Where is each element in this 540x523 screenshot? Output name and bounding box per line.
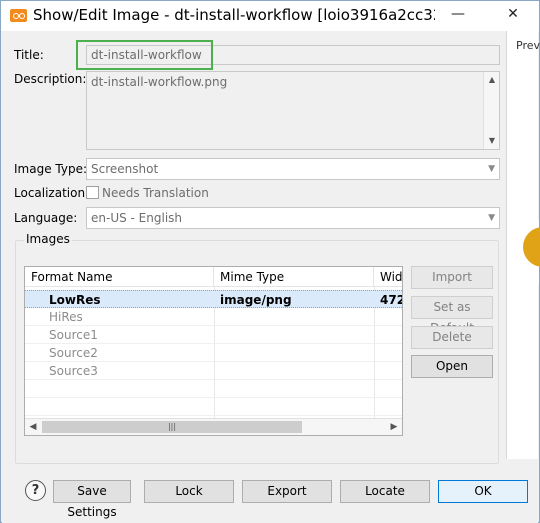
table-header: Format Name Mime Type Widt [25,267,402,287]
row-width: 472 [380,293,403,307]
set-as-default-button[interactable]: Set as Default [411,296,493,335]
image-type-select[interactable]: Screenshot ▼ [86,158,500,180]
table-row [25,398,402,416]
language-label: Language: [14,211,78,225]
row-mime [214,362,374,380]
chevron-down-icon: ▼ [488,164,495,174]
table-row[interactable]: HiRes [25,308,402,326]
app-icon [10,9,27,22]
table-row[interactable]: Source1 [25,326,402,344]
column-width[interactable]: Widt [374,267,402,287]
title-bar[interactable]: Show/Edit Image - dt-install-workflow [l… [1,1,539,31]
column-mime-type[interactable]: Mime Type [214,267,374,287]
preview-panel: Prev [506,31,540,459]
table-horizontal-scrollbar[interactable]: ◀ ||| ▶ [25,418,402,435]
image-type-value: Screenshot [91,162,159,176]
needs-translation-label[interactable]: Needs Translation [102,186,209,200]
minimize-button[interactable]: — [441,1,475,27]
images-group: Images Format Name Mime Type Widt LowRes… [15,232,499,464]
table-row[interactable]: Source2 [25,344,402,362]
export-button[interactable]: Export [242,480,332,503]
scroll-left-icon[interactable]: ◀ [25,419,41,435]
dialog-content: Prev Title: dt-install-workflow Descript… [2,31,540,523]
scrollbar-thumb[interactable]: ||| [42,421,302,433]
localization-label: Localization: [14,186,90,200]
description-textarea[interactable]: dt-install-workflow.png ▲ ▼ [86,71,500,150]
language-value: en-US - English [91,211,183,225]
window-title: Show/Edit Image - dt-install-workflow [l… [33,6,435,24]
description-text: dt-install-workflow.png [91,75,228,89]
row-format: HiRes [49,310,83,324]
scroll-right-icon[interactable]: ▶ [386,419,402,435]
chevron-down-icon: ▼ [488,213,495,223]
delete-button[interactable]: Delete [411,326,493,349]
needs-translation-checkbox[interactable] [86,186,99,199]
preview-image [519,221,540,285]
import-button[interactable]: Import [411,266,493,289]
column-format-name[interactable]: Format Name [25,267,214,287]
preview-label: Prev [516,39,540,52]
description-label: Description: [14,72,87,86]
row-format: Source2 [49,346,98,360]
title-highlight-box [76,40,213,70]
lock-button[interactable]: Lock [144,480,234,503]
dialog-window: Show/Edit Image - dt-install-workflow [l… [0,0,540,523]
row-mime [214,308,374,326]
row-mime: image/png [220,293,292,307]
row-mime [214,344,374,362]
locate-button[interactable]: Locate [340,480,430,503]
row-mime [214,326,374,344]
scroll-up-icon[interactable]: ▲ [484,72,500,88]
table-row [25,380,402,398]
row-format: LowRes [49,293,101,307]
grip-icon: ||| [167,422,177,431]
description-scrollbar[interactable]: ▲ ▼ [483,72,499,149]
row-format: Source1 [49,328,98,342]
image-type-label: Image Type: [14,162,88,176]
close-button[interactable]: ✕ [491,1,535,27]
title-label: Title: [14,48,44,62]
row-format: Source3 [49,364,98,378]
images-table[interactable]: Format Name Mime Type Widt LowRes image/… [24,266,403,436]
scroll-down-icon[interactable]: ▼ [484,133,500,149]
help-icon[interactable]: ? [25,480,46,501]
language-select[interactable]: en-US - English ▼ [86,207,500,229]
table-row[interactable]: LowRes image/png 472 [25,290,403,308]
save-settings-button[interactable]: Save Settings [53,480,131,519]
table-row[interactable]: Source3 [25,362,402,380]
ok-button[interactable]: OK [438,480,528,503]
images-group-title: Images [24,232,72,246]
open-button[interactable]: Open [411,355,493,378]
